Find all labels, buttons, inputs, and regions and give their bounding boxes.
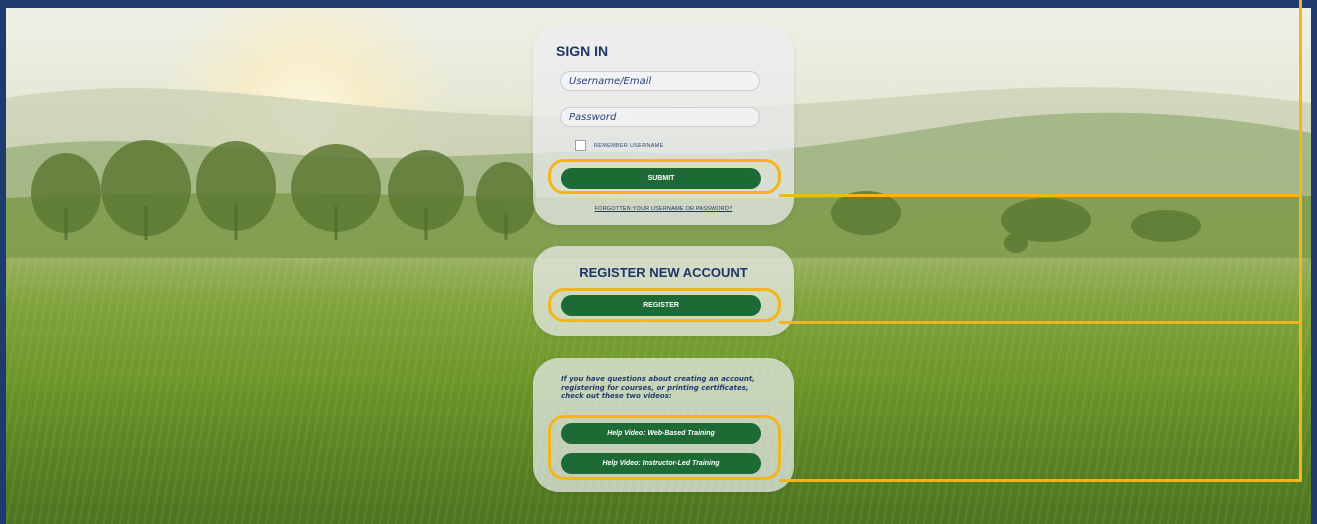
highlight-help-videos-callout — [548, 415, 781, 480]
password-input[interactable] — [560, 107, 760, 127]
forgot-credentials-link[interactable]: FORGOTTEN YOUR USERNAME OR PASSWORD? — [533, 206, 794, 212]
signin-title: SIGN IN — [556, 43, 609, 59]
username-input[interactable] — [560, 71, 760, 91]
highlight-submit-callout — [548, 159, 781, 194]
callout-connector-vertical — [1299, 0, 1302, 482]
signin-card: SIGN IN REMEMBER USERNAME SUBMIT FORGOTT… — [533, 25, 794, 225]
callout-connector-register — [779, 321, 1302, 324]
help-text: If you have questions about creating an … — [561, 375, 755, 400]
remember-username-row: REMEMBER USERNAME — [575, 140, 664, 151]
callout-connector-help — [779, 479, 1302, 482]
callout-connector-submit — [779, 194, 1302, 197]
remember-username-label: REMEMBER USERNAME — [594, 142, 664, 149]
remember-username-checkbox[interactable] — [575, 140, 586, 151]
register-title: REGISTER NEW ACCOUNT — [579, 265, 748, 280]
highlight-register-callout — [548, 288, 781, 322]
